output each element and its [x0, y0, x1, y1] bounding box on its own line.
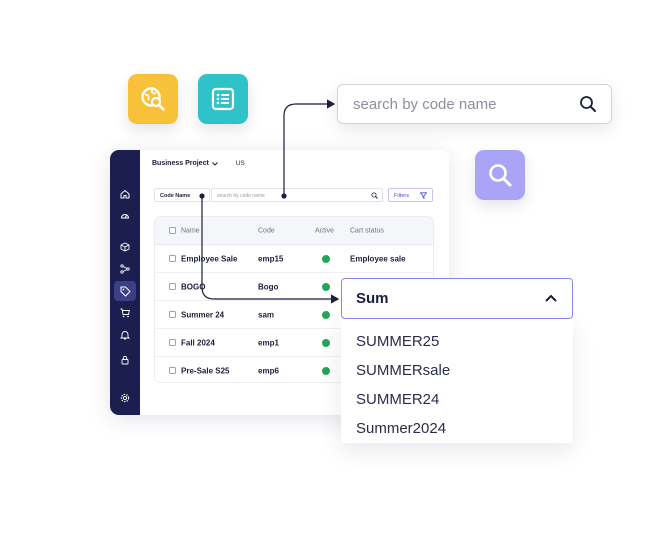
- dropdown-option[interactable]: SUMMER25: [356, 327, 573, 356]
- connector-to-dropdown: [201, 196, 340, 304]
- chevron-up-icon[interactable]: [544, 294, 558, 303]
- dropdown-option[interactable]: Summer2024: [356, 414, 573, 443]
- dropdown-value[interactable]: Sum: [356, 290, 544, 307]
- dropdown-option[interactable]: SUMMERsale: [356, 356, 573, 385]
- code-dropdown[interactable]: Sum: [341, 278, 573, 319]
- connector-dot-search: [281, 193, 287, 199]
- connector-to-search-bar: [283, 99, 336, 196]
- connector-lines: [199, 99, 340, 304]
- connector-dot-code: [199, 193, 205, 199]
- dropdown-options: SUMMER25 SUMMERsale SUMMER24 Summer2024: [341, 319, 573, 443]
- dropdown-option[interactable]: SUMMER24: [356, 385, 573, 414]
